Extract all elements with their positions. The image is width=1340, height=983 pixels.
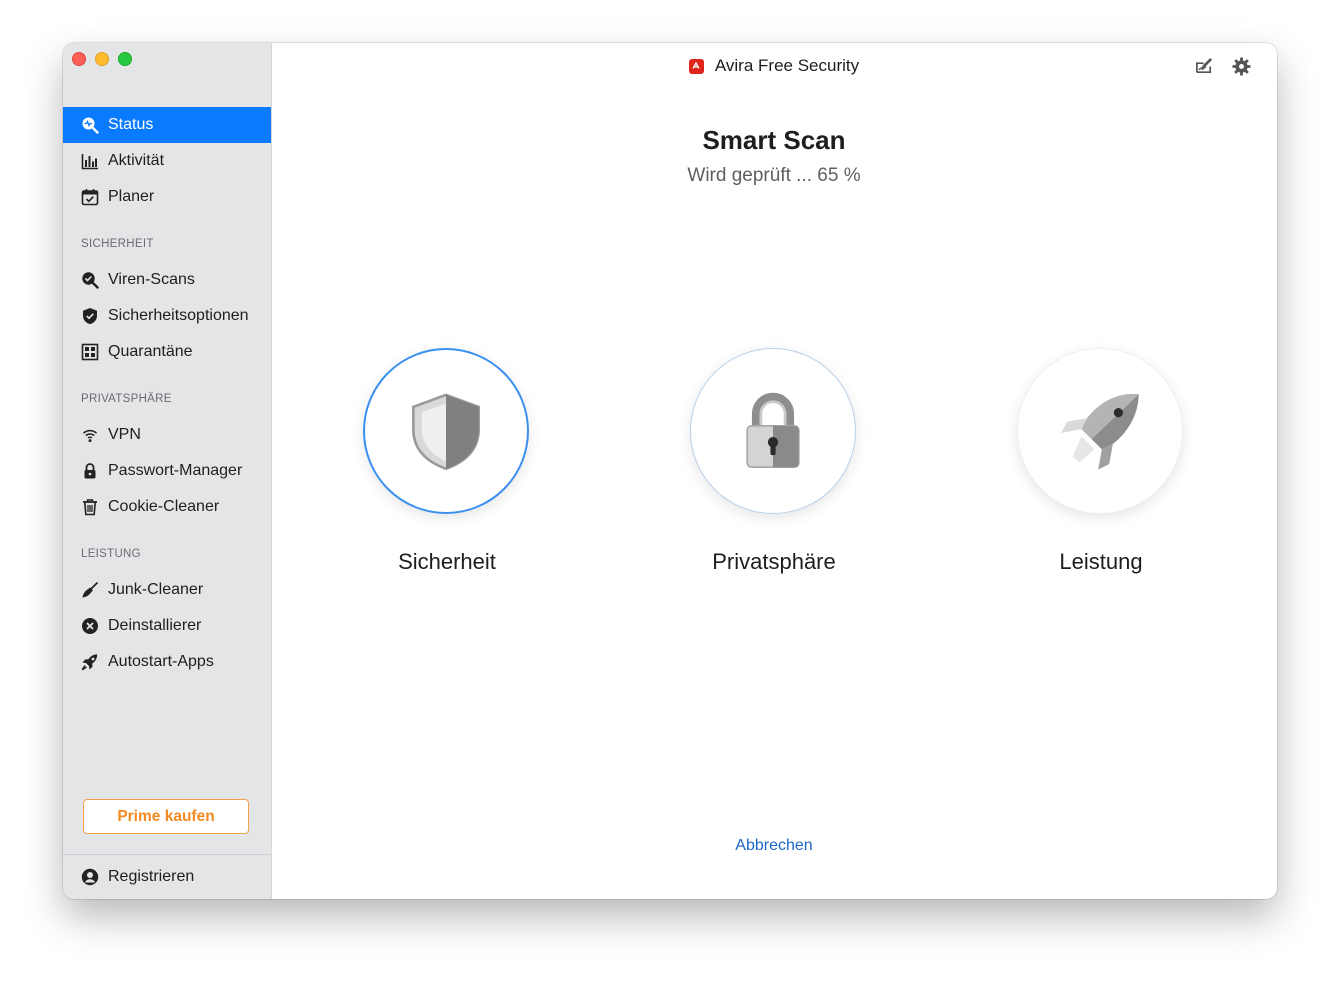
sidebar-item-label: Passwort-Manager (108, 462, 243, 479)
sidebar-item-sicherheitsoptionen[interactable]: Sicherheitsoptionen (63, 298, 271, 334)
sidebar-item-label: Cookie-Cleaner (108, 498, 220, 515)
shield-icon (412, 393, 480, 471)
sidebar-item-aktivitaet[interactable]: Aktivität (63, 143, 271, 179)
prime-kaufen-button[interactable]: Prime kaufen (83, 799, 249, 834)
user-circle-icon (80, 868, 99, 887)
maximize-window-button[interactable] (118, 52, 132, 66)
window-title: Avira Free Security (714, 56, 860, 75)
rocket-icon (1061, 393, 1139, 470)
sidebar-item-label: Autostart-Apps (108, 653, 214, 670)
quarantine-box-icon (80, 343, 99, 362)
feature-privatsphaere[interactable]: Privatsphäre (690, 348, 858, 575)
shield-check-icon (80, 307, 99, 326)
minimize-window-button[interactable] (95, 52, 109, 66)
sidebar-item-label: Registrieren (108, 868, 195, 885)
sidebar-item-label: Quarantäne (108, 343, 193, 360)
gear-icon[interactable] (1230, 55, 1252, 77)
feature-circle (690, 348, 856, 514)
sidebar-item-quarantaene[interactable]: Quarantäne (63, 334, 271, 370)
sidebar-item-autostart-apps[interactable]: Autostart-Apps (63, 644, 271, 680)
sidebar-divider (63, 854, 271, 855)
sidebar-item-vpn[interactable]: VPN (63, 417, 271, 453)
scan-status: Wird geprüft ... 65 % (687, 165, 861, 186)
sidebar-item-label: Planer (108, 188, 155, 205)
sidebar-item-label: Junk-Cleaner (108, 581, 204, 598)
sidebar-item-label: VPN (108, 426, 141, 443)
sidebar-item-label: Viren-Scans (108, 271, 195, 288)
virus-scan-icon (80, 271, 99, 290)
sidebar-item-label: Status (108, 116, 154, 133)
section-title-leistung: LEISTUNG (81, 548, 141, 560)
feature-circle (363, 348, 529, 514)
bar-chart-icon (80, 152, 99, 171)
title-bar: Avira Free Security (271, 55, 1277, 77)
sidebar-item-passwort-manager[interactable]: Passwort-Manager (63, 453, 271, 489)
sidebar-item-label: Sicherheitsoptionen (108, 307, 249, 324)
sidebar-item-label: Deinstallierer (108, 617, 202, 634)
sidebar: Status Aktivität Planer SICHERHEIT Viren… (63, 43, 272, 899)
sidebar-item-cookie-cleaner[interactable]: Cookie-Cleaner (63, 489, 271, 525)
status-search-icon (80, 116, 99, 135)
broom-icon (80, 581, 99, 600)
feature-leistung[interactable]: Leistung (1017, 348, 1185, 575)
sidebar-item-junk-cleaner[interactable]: Junk-Cleaner (63, 572, 271, 608)
feature-sicherheit[interactable]: Sicherheit (363, 348, 531, 575)
sidebar-item-viren-scans[interactable]: Viren-Scans (63, 262, 271, 298)
calendar-check-icon (80, 188, 99, 207)
feedback-icon[interactable] (1193, 55, 1215, 77)
section-title-sicherheit: SICHERHEIT (81, 238, 154, 250)
sidebar-item-deinstallierer[interactable]: Deinstallierer (63, 608, 271, 644)
sidebar-item-registrieren[interactable]: Registrieren (63, 859, 271, 895)
abbrechen-link[interactable]: Abbrechen (271, 837, 1277, 855)
x-circle-icon (80, 617, 99, 636)
rocket-icon (80, 653, 99, 672)
section-title-privatsphaere: PRIVATSPHÄRE (81, 393, 172, 405)
scan-title: Smart Scan (702, 125, 846, 155)
sidebar-item-planer[interactable]: Planer (63, 179, 271, 215)
window-controls (72, 52, 132, 66)
app-window: Status Aktivität Planer SICHERHEIT Viren… (63, 43, 1277, 899)
trash-icon (80, 498, 99, 517)
feature-label: Leistung (1059, 549, 1143, 574)
feature-label: Sicherheit (398, 549, 496, 574)
padlock-icon (746, 392, 800, 468)
vpn-wifi-icon (80, 426, 99, 445)
avira-logo-icon (688, 58, 704, 74)
main-content: Avira Free Security Smart Scan Wird gepr… (271, 43, 1277, 899)
feature-label: Privatsphäre (712, 549, 836, 574)
close-window-button[interactable] (72, 52, 86, 66)
sidebar-item-status[interactable]: Status (63, 107, 271, 143)
sidebar-item-label: Aktivität (108, 152, 165, 169)
feature-circle (1017, 348, 1183, 514)
lock-icon (80, 462, 99, 481)
